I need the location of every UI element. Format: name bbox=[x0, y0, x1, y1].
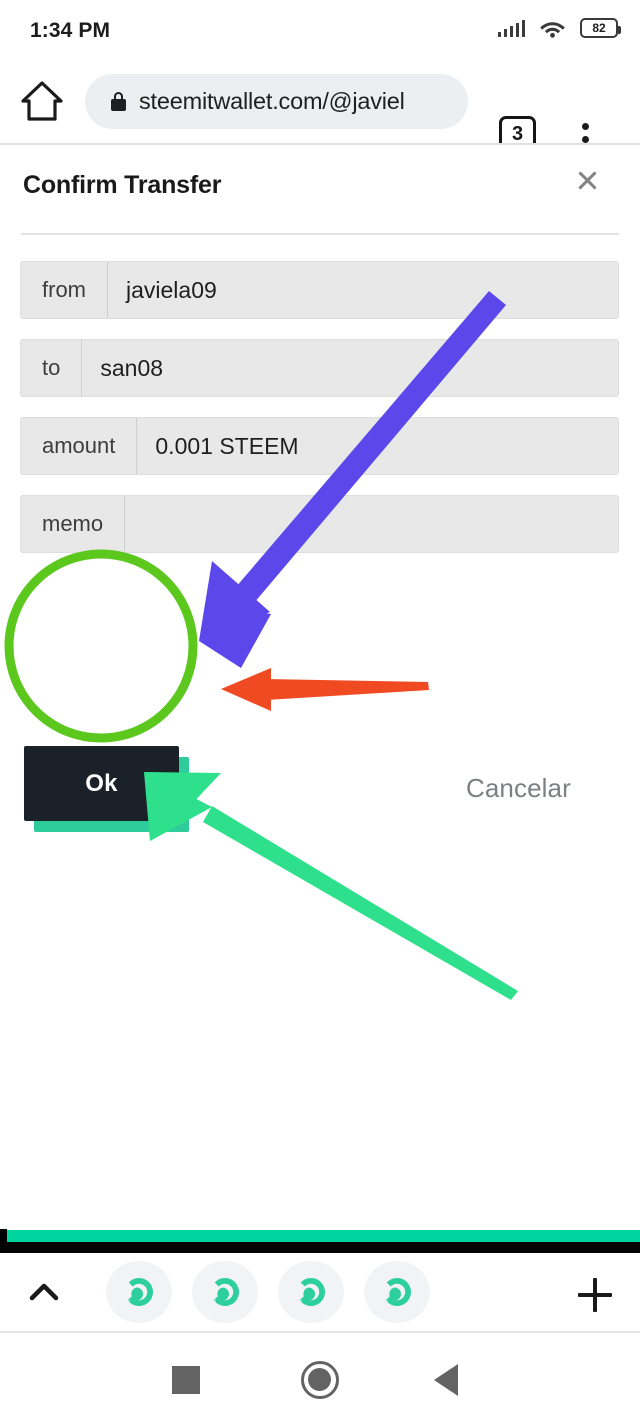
mobile-screen: 1:34 PM 82 steemitwallet.com/@javiel 3 C… bbox=[0, 0, 640, 1422]
title-divider bbox=[21, 233, 619, 235]
field-label-memo: memo bbox=[21, 496, 126, 552]
steem-logo-icon bbox=[213, 1278, 239, 1306]
browser-toolbar: steemitwallet.com/@javiel 3 bbox=[0, 58, 640, 156]
cellular-signal-icon bbox=[497, 19, 525, 37]
field-value-amount: 0.001 STEEM bbox=[137, 418, 618, 474]
field-value-from: javiela09 bbox=[108, 262, 618, 318]
confirm-transfer-modal: Confirm Transfer from javiela09 to san08… bbox=[0, 145, 640, 1230]
field-label-from: from bbox=[21, 262, 108, 318]
tab-item-2[interactable] bbox=[192, 1261, 258, 1323]
status-bar: 1:34 PM 82 bbox=[0, 0, 640, 58]
page-title: Confirm Transfer bbox=[23, 171, 222, 199]
square-recents-icon[interactable] bbox=[172, 1366, 200, 1394]
triangle-back-icon[interactable] bbox=[434, 1364, 458, 1396]
tab-item-1[interactable] bbox=[106, 1261, 172, 1323]
url-bar[interactable]: steemitwallet.com/@javiel bbox=[85, 74, 468, 129]
cancel-button[interactable]: Cancelar bbox=[466, 773, 571, 804]
field-label-amount: amount bbox=[21, 418, 138, 474]
field-value-to: san08 bbox=[82, 340, 618, 396]
home-icon[interactable] bbox=[20, 80, 64, 122]
tab-item-4[interactable] bbox=[364, 1261, 430, 1323]
lock-icon bbox=[111, 92, 126, 111]
chevron-up-icon[interactable] bbox=[28, 1279, 60, 1305]
field-value-memo bbox=[125, 496, 618, 552]
ok-button-label: Ok bbox=[24, 746, 179, 821]
field-row-to: to san08 bbox=[20, 339, 619, 397]
circle-home-icon[interactable] bbox=[301, 1361, 339, 1399]
wifi-icon bbox=[540, 22, 565, 38]
plus-icon[interactable] bbox=[578, 1278, 612, 1312]
ok-button[interactable]: Ok bbox=[24, 746, 189, 832]
black-strip bbox=[0, 1242, 640, 1253]
field-row-amount: amount 0.001 STEEM bbox=[20, 417, 619, 475]
status-bar-icons: 82 bbox=[497, 18, 621, 38]
tab-strip bbox=[0, 1253, 640, 1331]
url-text: steemitwallet.com/@javiel bbox=[139, 88, 405, 114]
battery-level: 82 bbox=[592, 21, 606, 35]
close-icon[interactable] bbox=[572, 165, 602, 195]
tab-item-3[interactable] bbox=[278, 1261, 344, 1323]
tab-list bbox=[106, 1261, 430, 1323]
field-row-memo: memo bbox=[20, 495, 619, 553]
status-bar-clock: 1:34 PM bbox=[30, 19, 111, 42]
steem-logo-icon bbox=[299, 1278, 325, 1306]
android-nav-bar bbox=[0, 1333, 640, 1422]
field-row-from: from javiela09 bbox=[20, 261, 619, 319]
steem-logo-icon bbox=[127, 1278, 153, 1306]
battery-icon: 82 bbox=[580, 18, 621, 38]
field-label-to: to bbox=[21, 340, 83, 396]
steem-logo-icon bbox=[385, 1278, 411, 1306]
